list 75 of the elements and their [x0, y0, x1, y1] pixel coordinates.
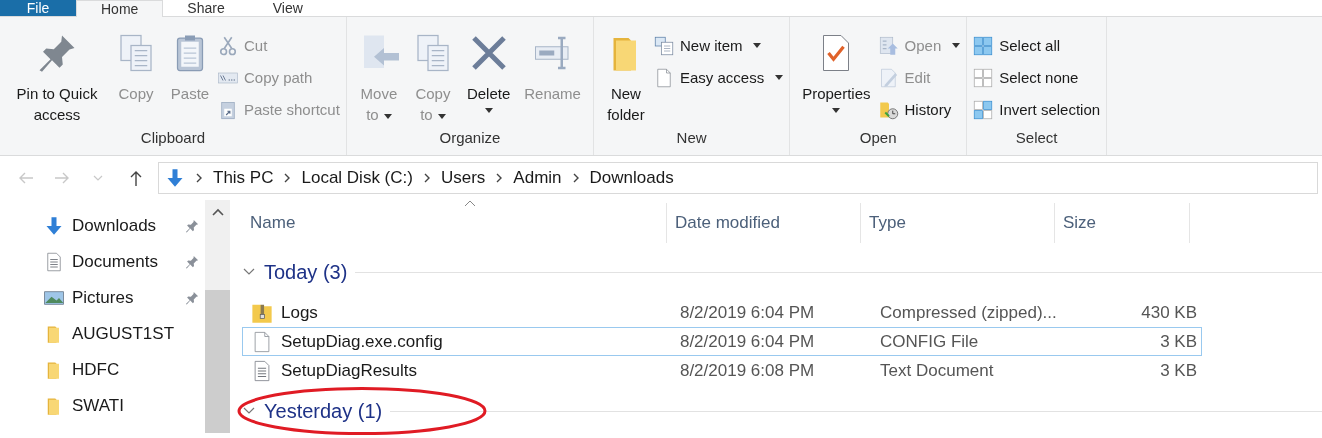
breadcrumb-link[interactable]: This PC	[213, 168, 274, 188]
chevron-icon	[283, 173, 292, 183]
scroll-up-icon[interactable]	[211, 208, 224, 216]
grid-icon	[973, 67, 994, 88]
ribbon-button[interactable]: Select all	[973, 33, 1101, 58]
breadcrumb-link[interactable]: Admin	[513, 168, 562, 188]
sidebar-item[interactable]: Documents	[44, 244, 205, 280]
down-arrow-icon	[165, 168, 185, 188]
ribbon-button[interactable]: Select none	[973, 65, 1101, 90]
table-cell-text: 430 KB	[1140, 302, 1198, 323]
down-arrow-icon	[44, 216, 64, 236]
shortcut-icon	[218, 99, 238, 120]
ribbon-button[interactable]: Pin to Quick access	[6, 21, 108, 125]
pin-icon	[37, 33, 77, 73]
ribbon-button[interactable]: Easy access	[653, 65, 784, 90]
chevron-icon	[195, 173, 203, 183]
sidebar-item[interactable]: Downloads	[44, 208, 205, 244]
file-tab[interactable]: File	[0, 0, 76, 16]
group-label: Select	[1015, 128, 1058, 148]
chevron-icon	[571, 173, 580, 183]
window-icon	[878, 35, 899, 56]
sidebar-item[interactable]: AUGUST1ST	[44, 316, 205, 352]
group-label: Clipboard	[140, 128, 206, 148]
page-icon	[251, 330, 273, 353]
text-page-icon	[251, 359, 273, 382]
table-cell-text: CONFIG File	[879, 331, 980, 352]
ribbon-button[interactable]: Invert selection	[973, 97, 1101, 122]
chevron-icon	[422, 173, 431, 183]
table-cell-text: 8/2/2019 6:08 PM	[678, 360, 816, 381]
breadcrumb-link[interactable]: Downloads	[589, 168, 674, 188]
group-label: Open	[859, 128, 897, 148]
table-cell-text: 8/2/2019 6:04 PM	[678, 331, 816, 352]
ribbon-tab[interactable]: Home	[76, 0, 164, 17]
table-cell-text: Text Document	[879, 360, 995, 381]
ribbon-button[interactable]: New item	[653, 33, 784, 58]
file-row[interactable]: SetupDiagResults 8/2/2019 6:08 PM Text Document 3 KB	[242, 356, 1202, 385]
table-cell-text: 3 KB	[1159, 331, 1198, 352]
column-header[interactable]: Date modified	[667, 203, 861, 243]
scissors-icon	[218, 35, 238, 56]
column-header[interactable]: Name	[242, 203, 667, 243]
file-row[interactable]: Logs 8/2/2019 6:04 PM Compressed (zipped)... 430 KB	[242, 298, 1202, 327]
group-label: Organize	[439, 128, 501, 148]
text-page-icon	[44, 252, 64, 272]
table-cell-text: Compressed (zipped)...	[879, 302, 1058, 323]
ribbon-button[interactable]: History	[878, 97, 961, 122]
documents-icon	[653, 35, 674, 56]
scrollbar-thumb[interactable]	[205, 290, 230, 433]
sidebar-item[interactable]: SWATI	[44, 388, 205, 424]
scrollbar[interactable]	[205, 200, 230, 433]
ribbon-button[interactable]: New folder	[599, 21, 652, 125]
file-name: SetupDiag.exe.config	[281, 331, 443, 352]
breadcrumb-link[interactable]: Users	[440, 168, 486, 188]
breadcrumb-link[interactable]: Local Disk (C:)	[301, 168, 413, 188]
ribbon-button[interactable]: Properties	[796, 21, 877, 113]
ribbon-button[interactable]: Delete	[460, 21, 517, 113]
address-bar[interactable]: This PC Local Disk (C:) Users Admin Downloads	[158, 162, 1318, 194]
ribbon-tab[interactable]: View	[248, 0, 327, 16]
group-label: New	[676, 128, 707, 148]
file-row[interactable]: SetupDiag.exe.config 8/2/2019 6:04 PM CONFIG File 3 KB	[242, 327, 1202, 356]
file-name: SetupDiagResults	[281, 360, 418, 381]
ribbon-tab[interactable]: Share	[163, 0, 249, 16]
sidebar-item[interactable]: HDFC	[44, 352, 205, 388]
group-header[interactable]: Today (3)	[264, 260, 348, 284]
grid-icon	[973, 35, 994, 56]
grid-icon	[973, 99, 994, 120]
column-header[interactable]: Type	[861, 203, 1055, 243]
file-name: Logs	[281, 302, 318, 323]
sidebar-item[interactable]: Pictures	[44, 280, 205, 316]
landscape-icon	[44, 288, 64, 308]
table-cell-text: 8/2/2019 6:04 PM	[678, 302, 816, 323]
sort-indicator-icon	[464, 200, 476, 207]
chevron-icon	[495, 173, 504, 183]
table-cell-text: 3 KB	[1159, 360, 1198, 381]
pencil-page-icon	[878, 67, 899, 88]
column-header[interactable]: Size	[1055, 203, 1190, 243]
